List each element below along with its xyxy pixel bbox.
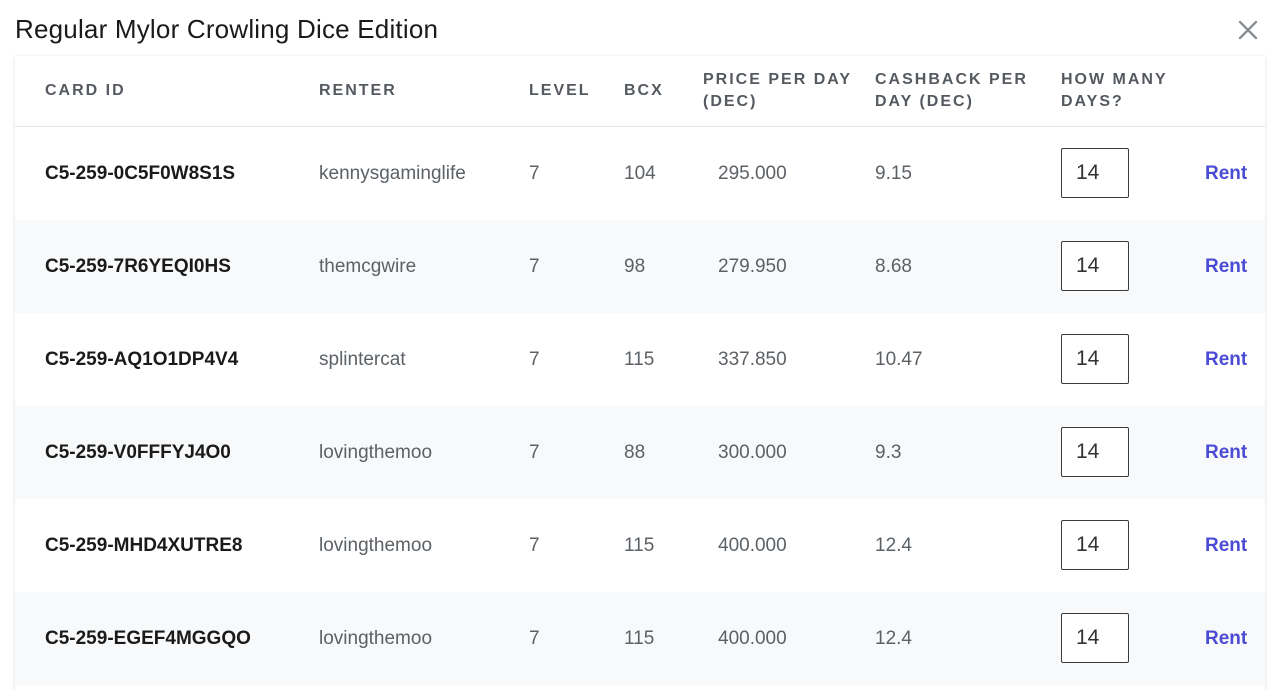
- rent-button[interactable]: Rent: [1205, 127, 1247, 220]
- days-input[interactable]: [1061, 148, 1129, 198]
- table-row: C5-259-7R6YEQI0HS themcgwire 7 98 279.950 8.6…: [15, 220, 1265, 313]
- cashback-cell: 10.47: [875, 349, 923, 370]
- header-level: LEVEL: [529, 82, 591, 99]
- days-input[interactable]: [1061, 520, 1129, 570]
- table-body: C5-259-0C5F0W8S1S kennysgaminglife 7 104 295…: [15, 127, 1265, 685]
- rent-button[interactable]: Rent: [1205, 499, 1247, 592]
- bcx-cell: 115: [624, 349, 655, 370]
- days-input[interactable]: [1061, 427, 1129, 477]
- modal-title: Regular Mylor Crowling Dice Edition: [15, 14, 439, 44]
- level-cell: 7: [529, 535, 540, 556]
- renter-cell: kennysgaminglife: [319, 163, 466, 184]
- card-id-cell: C5-259-7R6YEQI0HS: [45, 256, 231, 277]
- level-cell: 7: [529, 163, 540, 184]
- cashback-cell: 8.68: [875, 256, 912, 277]
- price-cell: 400.000: [718, 535, 787, 556]
- rent-button[interactable]: Rent: [1205, 313, 1247, 406]
- header-days: HOW MANY DAYS?: [1061, 69, 1168, 113]
- card-id-cell: C5-259-AQ1O1DP4V4: [45, 349, 239, 370]
- renter-cell: themcgwire: [319, 256, 417, 277]
- price-cell: 300.000: [718, 442, 787, 463]
- bcx-cell: 88: [624, 442, 646, 463]
- renter-cell: splintercat: [319, 349, 406, 370]
- table-row: C5-259-0C5F0W8S1S kennysgaminglife 7 104 295…: [15, 127, 1265, 220]
- header-days-line2: DAYS?: [1061, 93, 1124, 110]
- header-bcx: BCX: [624, 82, 664, 99]
- bcx-cell: 98: [624, 256, 646, 277]
- header-days-line1: HOW MANY: [1061, 71, 1168, 88]
- rent-button[interactable]: Rent: [1205, 592, 1247, 685]
- close-icon[interactable]: [1234, 16, 1262, 44]
- level-cell: 7: [529, 442, 540, 463]
- days-input[interactable]: [1061, 241, 1129, 291]
- table-row: C5-259-AQ1O1DP4V4 splintercat 7 115 337.850 1…: [15, 313, 1265, 406]
- header-renter: RENTER: [319, 82, 397, 99]
- rental-table: CARD ID RENTER LEVEL BCX PRICE PER DAY (…: [15, 56, 1265, 690]
- level-cell: 7: [529, 256, 540, 277]
- price-cell: 295.000: [718, 163, 787, 184]
- bcx-cell: 115: [624, 535, 655, 556]
- days-input[interactable]: [1061, 334, 1129, 384]
- price-cell: 337.850: [718, 349, 787, 370]
- cashback-cell: 12.4: [875, 628, 912, 649]
- header-cashback-line1: CASHBACK PER: [875, 71, 1028, 88]
- price-cell: 279.950: [718, 256, 787, 277]
- renter-cell: lovingthemoo: [319, 535, 433, 556]
- table-header: CARD ID RENTER LEVEL BCX PRICE PER DAY (…: [15, 56, 1265, 127]
- level-cell: 7: [529, 349, 540, 370]
- header-price-line1: PRICE PER DAY: [703, 71, 852, 88]
- header-card-id: CARD ID: [45, 82, 126, 99]
- level-cell: 7: [529, 628, 540, 649]
- bcx-cell: 104: [624, 163, 656, 184]
- renter-cell: lovingthemoo: [319, 442, 433, 463]
- bcx-cell: 115: [624, 628, 655, 649]
- card-id-cell: C5-259-0C5F0W8S1S: [45, 163, 236, 184]
- card-id-cell: C5-259-EGEF4MGGQO: [45, 628, 251, 649]
- renter-cell: lovingthemoo: [319, 628, 433, 649]
- cashback-cell: 12.4: [875, 535, 912, 556]
- header-cashback: CASHBACK PER DAY (DEC): [875, 69, 1028, 113]
- card-id-cell: C5-259-MHD4XUTRE8: [45, 535, 243, 556]
- table-row: C5-259-V0FFFYJ4O0 lovingthemoo 7 88 300.000 9…: [15, 406, 1265, 499]
- rental-modal: Regular Mylor Crowling Dice Edition CARD…: [0, 0, 1280, 690]
- card-id-cell: C5-259-V0FFFYJ4O0: [45, 442, 231, 463]
- rent-button[interactable]: Rent: [1205, 220, 1247, 313]
- cashback-cell: 9.15: [875, 163, 912, 184]
- header-cashback-line2: DAY (DEC): [875, 93, 974, 110]
- rent-button[interactable]: Rent: [1205, 406, 1247, 499]
- header-price-line2: (DEC): [703, 93, 758, 110]
- price-cell: 400.000: [718, 628, 787, 649]
- table-row: C5-259-MHD4XUTRE8 lovingthemoo 7 115 400.000…: [15, 499, 1265, 592]
- cashback-cell: 9.3: [875, 442, 902, 463]
- days-input[interactable]: [1061, 613, 1129, 663]
- header-price: PRICE PER DAY (DEC): [703, 69, 852, 113]
- table-row: C5-259-EGEF4MGGQO lovingthemoo 7 115 400.000…: [15, 592, 1265, 685]
